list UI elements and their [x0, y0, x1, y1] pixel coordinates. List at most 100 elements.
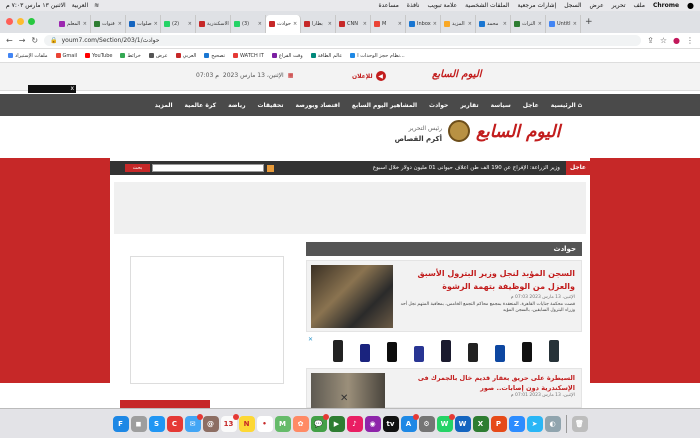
bookmark-item[interactable]: عالم الطاقة [310, 53, 342, 59]
bookmark-item[interactable]: عرض [148, 53, 168, 59]
menu-file[interactable]: ملف [634, 2, 645, 9]
menu-window[interactable]: نافذة [407, 2, 420, 9]
gavel-image[interactable] [311, 265, 393, 328]
article-title[interactable]: السيطرة على حريق بعقار قديم خال بالجمرك … [395, 373, 575, 393]
settings-icon[interactable]: ⚙ [418, 415, 435, 432]
menu-view[interactable]: عرض [590, 2, 604, 9]
tab-close-icon[interactable]: × [118, 21, 122, 27]
menu-edit[interactable]: تحرير [612, 2, 626, 9]
article-title[interactable]: السجن المؤبد لنجل وزير البترول الأسبق وا… [395, 267, 575, 293]
site-search-input[interactable] [152, 164, 264, 172]
nav-item[interactable]: المزيد [149, 102, 179, 109]
menu-history[interactable]: السجل [564, 2, 581, 9]
bookmark-item[interactable]: وقت الفراغ [271, 53, 303, 59]
bookmark-item[interactable]: تصحيح [204, 53, 225, 59]
notes-icon[interactable]: N [238, 415, 255, 432]
perfume-bottle-icon[interactable] [542, 336, 566, 362]
telegram-icon[interactable]: ➤ [526, 415, 543, 432]
finder-icon[interactable]: F [112, 415, 129, 432]
perfume-bottle-icon[interactable] [326, 336, 350, 362]
perfume-bottle-icon[interactable] [434, 336, 458, 362]
chrome-icon[interactable]: C [166, 415, 183, 432]
perfume-bottle-icon[interactable] [461, 336, 485, 362]
site-logo-small[interactable]: اليوم السابع [432, 69, 504, 83]
tab-close-icon[interactable]: × [398, 21, 402, 27]
browser-tab[interactable]: قنوات × [91, 15, 126, 33]
word-icon[interactable]: W [454, 415, 471, 432]
nav-item[interactable]: اقتصاد وبورصة [289, 102, 345, 109]
maps-icon[interactable]: M [274, 415, 291, 432]
minimize-window-icon[interactable] [17, 18, 24, 25]
tab-close-icon[interactable]: × [433, 21, 437, 27]
bookmark-item[interactable]: العربي [175, 53, 196, 59]
article-card[interactable]: السجن المؤبد لنجل وزير البترول الأسبق وا… [306, 260, 582, 332]
mail-icon[interactable]: ✉ [184, 413, 203, 432]
browser-tab[interactable]: Inbox × [406, 15, 441, 33]
bookmark-item[interactable]: YouTube [85, 53, 112, 59]
bookmark-item[interactable]: Gmail [55, 53, 77, 59]
reload-icon[interactable]: ↻ [31, 36, 38, 45]
browser-tab[interactable]: Untitl × [546, 15, 581, 33]
browser-tab[interactable]: المعلم × [56, 15, 91, 33]
nav-item[interactable]: حوادث [423, 102, 454, 109]
close-window-icon[interactable] [6, 18, 13, 25]
tab-close-icon[interactable]: × [83, 21, 87, 27]
safari-icon[interactable]: S [148, 415, 165, 432]
close-icon[interactable]: x [70, 85, 74, 92]
apple-menu-icon[interactable]: ● [687, 1, 694, 10]
advertise-link[interactable]: للإعلان ◀ [352, 71, 386, 81]
ad-close-icon[interactable]: ✕ [340, 393, 348, 404]
reminders-icon[interactable]: • [256, 415, 273, 432]
nav-item[interactable]: المشاهير اليوم السابع [346, 102, 423, 109]
facetime-icon[interactable]: ▶ [328, 415, 345, 432]
browser-tab[interactable]: حوادث × [266, 15, 301, 33]
tab-close-icon[interactable]: × [468, 21, 472, 27]
nav-item[interactable]: تحقيقات [252, 102, 290, 109]
podcasts-icon[interactable]: ◉ [364, 415, 381, 432]
photos-icon[interactable]: ✿ [292, 415, 309, 432]
menu-help[interactable]: مساعدة [379, 2, 399, 9]
site-search-button[interactable]: بحث [125, 164, 150, 172]
tab-close-icon[interactable]: × [503, 21, 507, 27]
contacts-icon[interactable]: @ [202, 415, 219, 432]
perfume-bottle-icon[interactable] [515, 336, 539, 362]
browser-tab[interactable]: المزيد × [441, 15, 476, 33]
menu-bookmarks[interactable]: إشارات مرجعية [517, 2, 556, 9]
back-icon[interactable]: ← [6, 36, 13, 45]
perfume-bottle-icon[interactable] [488, 336, 512, 362]
nav-item[interactable]: ⌂ الرئيسية [545, 102, 588, 109]
menubar-clock[interactable]: الاثنين ١٣ مارس ٧:٠٣ م [6, 2, 66, 9]
zoom-icon[interactable]: Z [508, 415, 525, 432]
nav-item[interactable]: تقارير [454, 102, 484, 109]
tab-close-icon[interactable]: × [188, 21, 192, 27]
appstore-icon[interactable]: A [400, 413, 419, 432]
messages-icon[interactable]: 💬 [310, 413, 329, 432]
browser-tab[interactable]: صلوات × [126, 15, 161, 33]
share-icon[interactable]: ⇪ [647, 36, 654, 45]
bookmark-item[interactable]: خرائط [120, 53, 141, 59]
menubar-language[interactable]: العربية [72, 2, 88, 9]
perfume-ad-strip[interactable]: ✕ [306, 334, 582, 364]
perfume-bottle-icon[interactable] [353, 336, 377, 362]
menu-tab[interactable]: علامة تبويب [427, 2, 457, 9]
preview-icon[interactable]: ◐ [544, 415, 561, 432]
browser-tab[interactable]: (3) × [231, 15, 266, 33]
site-logo-big[interactable]: اليوم السابع [476, 122, 560, 142]
lock-icon[interactable]: 🔒 [50, 37, 57, 44]
new-tab-icon[interactable]: + [581, 17, 597, 27]
excel-icon[interactable]: X [472, 415, 489, 432]
nav-item[interactable]: عاجل [517, 102, 545, 109]
calendar-icon[interactable]: 13 [220, 413, 239, 432]
tab-close-icon[interactable]: × [328, 21, 332, 27]
tab-close-icon[interactable]: × [573, 21, 577, 27]
whatsapp-icon[interactable]: W [436, 413, 455, 432]
tab-close-icon[interactable]: × [258, 21, 262, 27]
nav-item[interactable]: سياسة [485, 102, 517, 109]
overlay-close-bar[interactable]: x [28, 85, 76, 93]
forward-icon[interactable]: → [19, 36, 26, 45]
perfume-bottle-icon[interactable] [380, 336, 404, 362]
browser-tab[interactable]: بطارا × [301, 15, 336, 33]
powerpoint-icon[interactable]: P [490, 415, 507, 432]
nav-item[interactable]: رياضة [222, 102, 251, 109]
bookmark-item[interactable]: ملفات الإستيراد [8, 53, 48, 59]
